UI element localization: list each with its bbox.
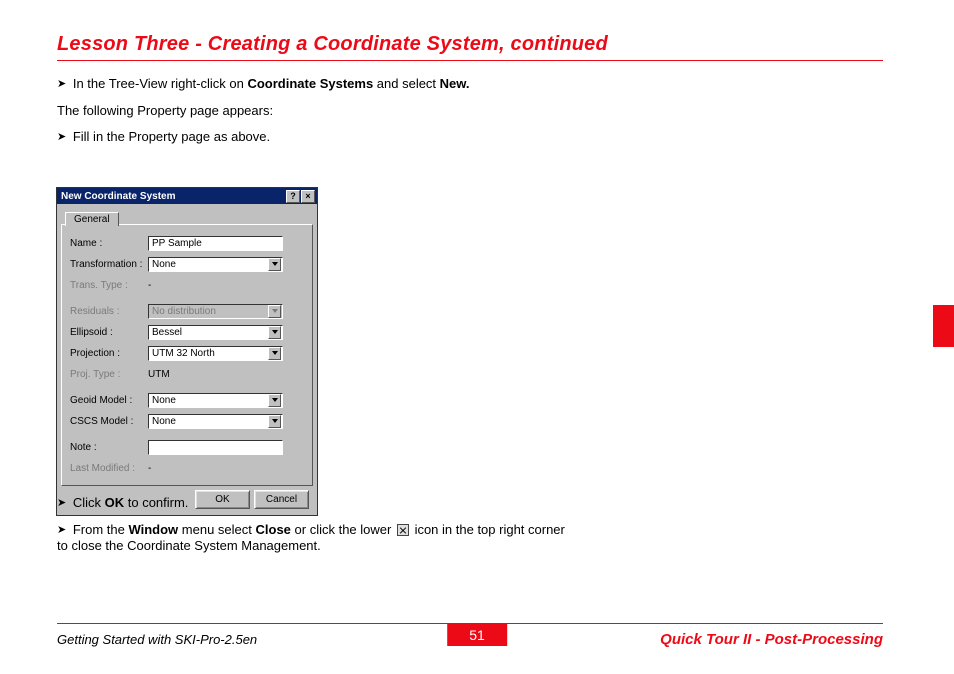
transformation-value: None (152, 259, 176, 270)
step-1-text-b: and select (373, 76, 440, 91)
footer-left: Getting Started with SKI-Pro-2.5en (57, 632, 257, 647)
title-rule (57, 60, 883, 61)
geoid-model-field[interactable]: None (148, 393, 283, 408)
projection-field[interactable]: UTM 32 North (148, 346, 283, 361)
chevron-down-icon[interactable] (268, 326, 281, 339)
step-1-bold-b: New. (440, 76, 470, 91)
label-last-modified: Last Modified : (70, 463, 148, 474)
geoid-model-value: None (152, 395, 176, 406)
label-name: Name : (70, 238, 148, 249)
step-3-post: to confirm. (124, 495, 188, 510)
transformation-field[interactable]: None (148, 257, 283, 272)
step-4-pre: From the (73, 522, 129, 537)
chevron-down-icon (268, 305, 281, 318)
label-cscs-model: CSCS Model : (70, 416, 148, 427)
page-title: Lesson Three - Creating a Coordinate Sys… (57, 33, 608, 56)
label-transformation: Transformation : (70, 259, 148, 270)
ellipsoid-value: Bessel (152, 327, 182, 338)
step-3: Click OK to confirm. (57, 495, 577, 512)
step-4-bold-a: Window (128, 522, 178, 537)
dialog-titlebar: New Coordinate System ? × (57, 188, 317, 204)
new-coord-system-dialog: New Coordinate System ? × General Name :… (56, 187, 318, 516)
trans-type-value: - (148, 280, 151, 291)
residuals-field: No distribution (148, 304, 283, 319)
page-number: 51 (447, 624, 507, 646)
note-field[interactable] (148, 440, 283, 455)
step-4-mid-b: or click the lower (291, 522, 395, 537)
proj-type-value: UTM (148, 369, 170, 380)
label-trans-type: Trans. Type : (70, 280, 148, 291)
ellipsoid-field[interactable]: Bessel (148, 325, 283, 340)
help-button[interactable]: ? (286, 190, 300, 203)
chevron-down-icon[interactable] (268, 347, 281, 360)
chevron-down-icon[interactable] (268, 415, 281, 428)
name-value: PP Sample (152, 238, 202, 249)
step-4: From the Window menu select Close or cli… (57, 522, 577, 555)
label-geoid-model: Geoid Model : (70, 395, 148, 406)
chevron-down-icon[interactable] (268, 394, 281, 407)
step-2-text: Fill in the Property page as above. (73, 129, 270, 144)
label-ellipsoid: Ellipsoid : (70, 327, 148, 338)
tab-general[interactable]: General (65, 212, 119, 226)
cscs-model-field[interactable]: None (148, 414, 283, 429)
dialog-tab-panel: Name : PP Sample Transformation : None T… (61, 224, 313, 486)
close-button[interactable]: × (301, 190, 315, 203)
projection-value: UTM 32 North (152, 348, 215, 359)
step-3-bold: OK (105, 495, 125, 510)
dialog-title-text: New Coordinate System (61, 191, 285, 202)
step-1: In the Tree-View right-click on Coordina… (57, 76, 577, 93)
step-1-bold-a: Coordinate Systems (247, 76, 373, 91)
step-4-mid-a: menu select (178, 522, 255, 537)
chevron-down-icon[interactable] (268, 258, 281, 271)
label-proj-type: Proj. Type : (70, 369, 148, 380)
property-page-appears: The following Property page appears: (57, 103, 577, 120)
step-1-text-a: In the Tree-View right-click on (73, 76, 248, 91)
section-side-tab (933, 305, 954, 347)
cscs-model-value: None (152, 416, 176, 427)
label-projection: Projection : (70, 348, 148, 359)
label-note: Note : (70, 442, 148, 453)
footer-right: Quick Tour II - Post-Processing (660, 631, 883, 648)
residuals-value: No distribution (152, 306, 216, 317)
last-modified-value: - (148, 463, 151, 474)
close-icon (397, 524, 409, 536)
name-field[interactable]: PP Sample (148, 236, 283, 251)
label-residuals: Residuals : (70, 306, 148, 317)
step-2: Fill in the Property page as above. (57, 129, 577, 146)
step-3-pre: Click (73, 495, 105, 510)
step-4-bold-b: Close (256, 522, 291, 537)
